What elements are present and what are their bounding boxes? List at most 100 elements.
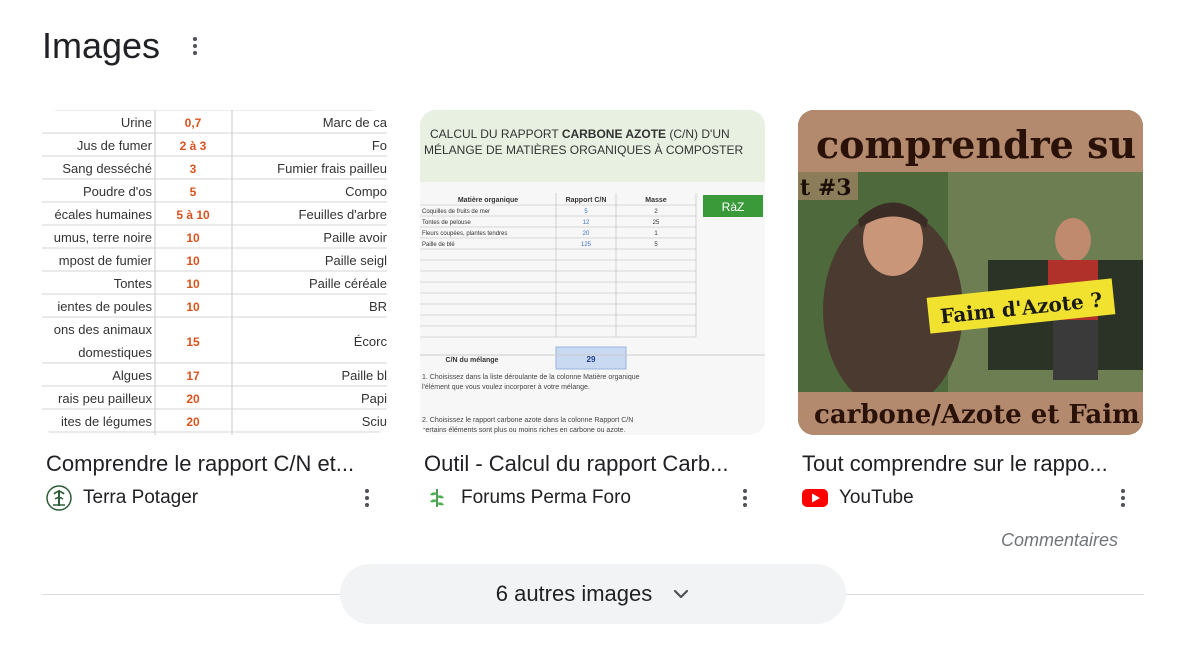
source-name: Terra Potager (83, 487, 199, 508)
table-cell-label: Algues (112, 368, 152, 383)
table-cell-right: Marc de ca (323, 115, 387, 130)
table-cell-right: BR (369, 299, 387, 314)
table-cell-label: Tontes (114, 276, 153, 291)
calc-note-1: 1. Choisissez dans la liste déroulante d… (422, 374, 640, 381)
section-header: Images (42, 24, 207, 68)
card-title[interactable]: Tout comprendre sur le rappo... (802, 450, 1143, 478)
calc-cell-material: Coquilles de fruits de mer (422, 209, 490, 215)
feedback-link[interactable]: Commentaires (1001, 530, 1118, 551)
card-source-row: Forums Perma Foro (424, 485, 765, 511)
more-images-button[interactable]: 6 autres images (340, 564, 846, 624)
calc-col-header: Matière organique (458, 197, 518, 204)
video-episode-text: t #3 (800, 175, 852, 201)
table-cell-right: Écorc (354, 334, 387, 349)
table-cell-label: mpost de fumier (59, 253, 153, 268)
table-cell-right: Paille seigl (325, 253, 387, 268)
more-vert-icon[interactable] (355, 486, 379, 510)
calc-heading-line2: MÉLANGE DE MATIÈRES ORGANIQUES À COMPOST… (424, 142, 743, 157)
calc-result-label: C/N du mélange (446, 357, 499, 364)
video-top-text: comprendre su (816, 122, 1136, 167)
table-cell-right: Paille avoir (323, 230, 387, 245)
card-title[interactable]: Comprendre le rapport C/N et... (46, 450, 387, 478)
table-cell-value: 10 (186, 300, 200, 314)
table-cell-value: 10 (186, 254, 200, 268)
table-cell-label: domestiques (78, 345, 152, 360)
calc-cell-material: Paille de blé (422, 242, 455, 248)
table-cell-value: 3 (190, 162, 197, 176)
card-source-row: Terra Potager (46, 485, 387, 511)
calc-cell-ratio: 125 (581, 242, 592, 248)
table-cell-right: Feuilles d'arbre (299, 207, 387, 222)
images-section: Images Urine 0,7 Marc de ca Jus de fumer 2 à… (0, 0, 1200, 652)
image-card-3[interactable]: comprendre su t #3 Faim d'Azote ? carbon… (798, 110, 1143, 511)
calc-cell-mass: 25 (653, 220, 660, 226)
image-thumbnail-1[interactable]: Urine 0,7 Marc de ca Jus de fumer 2 à 3 Fo San… (42, 110, 387, 435)
table-cell-value: 10 (186, 277, 200, 291)
calc-heading-part1: CALCUL DU RAPPORT (430, 127, 562, 141)
more-vert-icon[interactable] (183, 34, 207, 58)
image-thumbnail-3[interactable]: comprendre su t #3 Faim d'Azote ? carbon… (798, 110, 1143, 435)
image-thumbnail-2[interactable]: CALCUL DU RAPPORT CARBONE AZOTE (C/N) D'… (420, 110, 765, 435)
card-source[interactable]: Forums Perma Foro (424, 485, 631, 511)
card-title[interactable]: Outil - Calcul du rapport Carb... (424, 450, 765, 478)
more-vert-icon[interactable] (733, 486, 757, 510)
table-cell-label: ites de légumes (61, 414, 153, 429)
source-name: Forums Perma Foro (461, 487, 631, 508)
table-cell-label: écales humaines (54, 207, 152, 222)
cn-table-image: Urine 0,7 Marc de ca Jus de fumer 2 à 3 Fo San… (42, 110, 387, 435)
calc-heading-part2: (C/N) D'UN (666, 127, 730, 141)
table-cell-label: rais peu pailleux (58, 391, 152, 406)
calc-heading-bold: CARBONE AZOTE (562, 127, 666, 141)
video-thumbnail-image: comprendre su t #3 Faim d'Azote ? carbon… (798, 110, 1143, 435)
calc-cell-ratio: 12 (583, 220, 590, 226)
table-cell-label: umus, terre noire (54, 230, 152, 245)
table-cell-value: 5 à 10 (176, 208, 210, 222)
more-images-label: 6 autres images (495, 581, 653, 606)
calc-note-2: 2. Choisissez le rapport carbone azote d… (422, 417, 633, 424)
calc-col-header: Rapport C/N (566, 197, 607, 204)
cn-calculator-image: CALCUL DU RAPPORT CARBONE AZOTE (C/N) D'… (420, 110, 765, 435)
table-cell-value: 20 (186, 415, 200, 429)
table-cell-label: Jus de fumer (77, 138, 153, 153)
calc-col-header: Masse (645, 197, 667, 204)
table-cell-right: Paille céréale (309, 276, 387, 291)
youtube-icon (802, 485, 828, 511)
table-cell-value: 17 (186, 369, 200, 383)
calc-cell-ratio: 20 (583, 231, 590, 237)
table-cell-right: Papi (361, 391, 387, 406)
table-cell-right: Compo (345, 184, 387, 199)
raz-button-label: RàZ (722, 200, 745, 214)
table-cell-value: 2 à 3 (180, 139, 207, 153)
section-title: Images (42, 25, 161, 66)
terra-potager-logo-icon (46, 485, 72, 511)
table-cell-right: Sciu (362, 414, 387, 429)
table-cell-value: 10 (186, 231, 200, 245)
more-vert-icon[interactable] (1111, 486, 1135, 510)
leaf-icon (424, 485, 450, 511)
image-card-2[interactable]: CALCUL DU RAPPORT CARBONE AZOTE (C/N) D'… (420, 110, 765, 511)
card-source[interactable]: YouTube (802, 485, 914, 511)
calc-note-2b: certains éléments sont plus ou moins ric… (422, 427, 626, 434)
table-cell-label: Urine (121, 115, 152, 130)
table-cell-right: Fo (372, 138, 387, 153)
card-source[interactable]: Terra Potager (46, 485, 198, 511)
calc-cell-material: Fleurs coupées, plantes tendres (422, 231, 507, 237)
calc-note-1b: l'élément que vous voulez incorporer à v… (422, 384, 590, 391)
table-cell-label: ons des animaux (54, 322, 153, 337)
chevron-down-icon (672, 588, 690, 600)
card-source-row: YouTube (802, 485, 1143, 511)
table-cell-value: 20 (186, 392, 200, 406)
video-bottom-text: carbone/Azote et Faim (814, 400, 1140, 430)
table-cell-value: 15 (186, 335, 200, 349)
svg-text:CALCUL DU RAPPORT CARBONE AZOT: CALCUL DU RAPPORT CARBONE AZOTE (C/N) D'… (430, 127, 730, 141)
image-cards: Urine 0,7 Marc de ca Jus de fumer 2 à 3 Fo San… (42, 110, 1143, 511)
table-cell-right: Paille bl (341, 368, 387, 383)
table-cell-label: ientes de poules (57, 299, 152, 314)
calc-cell-material: Tontes de pelouse (422, 220, 471, 226)
image-card-1[interactable]: Urine 0,7 Marc de ca Jus de fumer 2 à 3 Fo San… (42, 110, 387, 511)
table-cell-label: Sang desséché (62, 161, 152, 176)
table-cell-right: Fumier frais pailleu (277, 161, 387, 176)
table-cell-value: 5 (190, 185, 197, 199)
calc-result-value: 29 (587, 355, 596, 364)
source-name: YouTube (839, 487, 914, 508)
